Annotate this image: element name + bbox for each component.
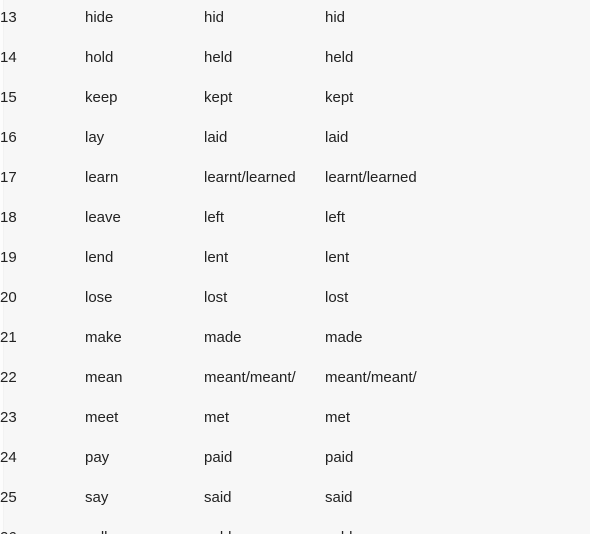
verb-participle-cell: meant/meant/ [325,369,417,386]
verb-participle-cell: met [325,409,351,426]
table-row: 17 learn learnt/learned learnt/learned [0,158,590,198]
verb-base-cell: lend [85,249,114,266]
verb-base-cell: say [85,489,109,506]
verb-participle-cell: lost [325,289,349,306]
verb-base-cell: hide [85,9,114,26]
verb-base-cell: leave [85,209,121,226]
table-row: 21 make made made [0,318,590,358]
verb-base-cell: pay [85,449,110,466]
verb-participle-cell: learnt/learned [325,169,417,186]
verb-past-cell: left [204,209,225,226]
verb-base-cell: sell [85,518,204,534]
verb-participle-cell: sold [325,518,590,534]
verb-index-cell: 22 [0,369,17,386]
irregular-verbs-table: 13 hide hid hid 14 hold held held 15 keep kept kept… [0,0,590,534]
verb-base-cell: keep [85,89,118,106]
table-row: 13 hide hid hid [0,0,590,38]
page-body: 13 hide hid hid 14 hold held held 15 keep kept kept… [0,0,590,534]
verb-past-cell: lent [204,249,229,266]
verb-participle-cell: said [325,489,353,506]
verb-participle-cell: laid [325,129,349,146]
table-row: 19 lend lent lent [0,238,590,278]
table-row: 23 meet met met [0,398,590,438]
verb-past-cell: sold [204,518,325,534]
verb-index-cell: 18 [0,209,17,226]
verb-base-cell: lay [85,129,105,146]
verb-base-cell: meet [85,409,119,426]
verb-past-cell: made [204,329,242,346]
table-row: 14 hold held held [0,38,590,78]
verb-participle-cell: held [325,49,354,66]
verb-base-cell: learn [85,169,119,186]
verb-past-cell: said [204,489,232,506]
verb-index-cell: 20 [0,289,17,306]
verb-index-cell: 14 [0,49,17,66]
verb-index-cell: 24 [0,449,17,466]
verb-past-cell: learnt/learned [204,169,296,186]
table-row: 24 pay paid paid [0,438,590,478]
irregular-verbs-table-body: 13 hide hid hid 14 hold held held 15 keep kept kept… [0,0,590,534]
verb-past-cell: lost [204,289,228,306]
verb-index-cell: 21 [0,329,17,346]
verb-participle-cell: hid [325,9,346,26]
verb-base-cell: lose [85,289,113,306]
table-row: 15 keep kept kept [0,78,590,118]
table-row: 25 say said said [0,478,590,518]
verb-base-cell: make [85,329,122,346]
verb-past-cell: met [204,409,230,426]
table-row: 20 lose lost lost [0,278,590,318]
verb-index-cell: 16 [0,129,17,146]
table-row: 22 mean meant/meant/meant/meant/ [0,358,590,398]
verb-participle-cell: made [325,329,363,346]
verb-index-cell: 17 [0,169,17,186]
verb-past-cell: held [204,49,233,66]
table-row: 16 lay laid laid [0,118,590,158]
verb-participle-cell: lent [325,249,350,266]
verb-past-cell: meant/meant/ [204,369,296,386]
verb-past-cell: hid [204,9,225,26]
verb-base-cell: mean [85,369,123,386]
verb-participle-cell: left [325,209,346,226]
verb-participle-cell: paid [325,449,354,466]
verb-past-cell: paid [204,449,233,466]
verb-base-cell: hold [85,49,114,66]
verb-participle-cell: kept [325,89,354,106]
verb-index-cell: 13 [0,9,17,26]
verb-past-cell: kept [204,89,233,106]
verb-index-cell: 19 [0,249,17,266]
verb-index-cell: 25 [0,489,17,506]
verb-index-cell: 26 [0,518,85,534]
table-row: 26sellsoldsold [0,518,590,534]
verb-index-cell: 15 [0,89,17,106]
verb-past-cell: laid [204,129,228,146]
verb-index-cell: 23 [0,409,17,426]
table-row: 18 leave left left [0,198,590,238]
